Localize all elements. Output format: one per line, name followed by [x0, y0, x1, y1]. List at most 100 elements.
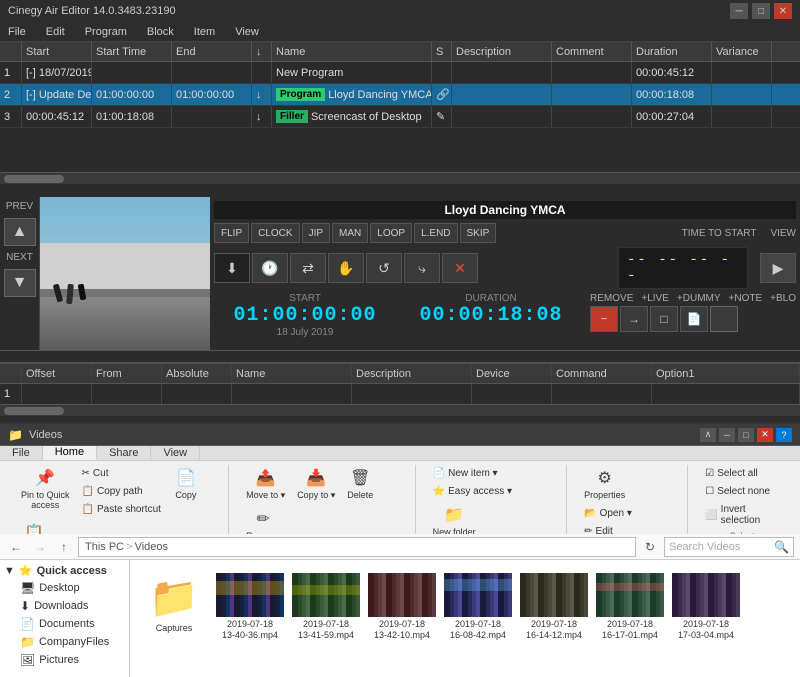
- next-button[interactable]: ▼: [4, 269, 36, 297]
- properties-btn[interactable]: ⚙ Properties: [579, 465, 630, 503]
- explorer-maximize[interactable]: □: [738, 428, 754, 442]
- search-box[interactable]: Search Videos 🔍: [664, 537, 794, 557]
- tree-indent: 🖥 Desktop ⬇ Downloads 📄 Documents 📁 Comp…: [0, 579, 129, 669]
- clock-mode[interactable]: CLOCK: [251, 223, 299, 243]
- new-item-btn[interactable]: 📄 New item ▾: [428, 465, 517, 482]
- menu-item[interactable]: Item: [190, 26, 219, 38]
- tree-item-companyfiles[interactable]: 📁 CompanyFiles: [16, 633, 129, 651]
- table-row[interactable]: 1 [-] 18/07/2019 New Program 00:00:45:12: [0, 62, 800, 84]
- pin-to-quick-access-btn[interactable]: 📌 Pin to Quick access: [16, 465, 75, 518]
- menu-edit[interactable]: Edit: [42, 26, 69, 38]
- lower-scroll-thumb[interactable]: [4, 407, 64, 415]
- open-icon: 📂: [584, 508, 596, 519]
- close-button[interactable]: ✕: [774, 3, 792, 19]
- video-thumb: [292, 573, 360, 617]
- copy-path-btn[interactable]: 📋 Copy path: [77, 483, 166, 500]
- flip-mode[interactable]: FLIP: [214, 223, 249, 243]
- table-row[interactable]: 2 [-] Update Demo 01:00:00:00 01:00:00:0…: [0, 84, 800, 106]
- menu-bar: File Edit Program Block Item View: [0, 22, 800, 42]
- transfer-icon-btn[interactable]: ⇄: [290, 253, 326, 283]
- select-none-btn[interactable]: ☐ Select none: [700, 483, 784, 500]
- refresh-icon-btn[interactable]: ↺: [366, 253, 402, 283]
- list-item[interactable]: 2019-07-18 17-03-04.mp4: [670, 568, 742, 646]
- ribbon-tab-home[interactable]: Home: [43, 446, 97, 460]
- forward-nav-btn[interactable]: →: [30, 537, 50, 557]
- open-btn[interactable]: 📂 Open ▾: [579, 505, 637, 522]
- scroll-thumb[interactable]: [4, 175, 64, 183]
- explorer-chevron[interactable]: ∧: [700, 428, 716, 442]
- col-header-start: Start: [22, 42, 92, 61]
- refresh-address-btn[interactable]: ↻: [640, 537, 660, 557]
- copy-to-btn[interactable]: 📥 Copy to ▾: [292, 465, 340, 504]
- skip-mode[interactable]: SKIP: [460, 223, 497, 243]
- row-name: Program Lloyd Dancing YMCA: [272, 84, 432, 105]
- easy-access-btn[interactable]: ⭐ Easy access ▾: [428, 483, 517, 500]
- explorer-close[interactable]: ✕: [757, 428, 773, 442]
- explorer-minimize[interactable]: ─: [719, 428, 735, 442]
- list-item[interactable]: 2019-07-18 16-14-12.mp4: [518, 568, 590, 646]
- file-label: 2019-07-18 16-17-01.mp4: [602, 619, 658, 641]
- horizontal-scrollbar[interactable]: [0, 172, 800, 184]
- video-thumb: [216, 573, 284, 617]
- page-btn[interactable]: 📄: [680, 306, 708, 332]
- prev-button[interactable]: ▲: [4, 218, 36, 246]
- cut-btn[interactable]: ✂ Cut: [77, 465, 166, 482]
- duration-value: 00:00:18:08: [400, 304, 582, 327]
- middle-scroll[interactable]: [0, 350, 800, 362]
- cancel-icon-btn[interactable]: ✕: [442, 253, 478, 283]
- menu-program[interactable]: Program: [81, 26, 131, 38]
- list-item[interactable]: 2019-07-18 16-08-42.mp4: [442, 568, 514, 646]
- menu-file[interactable]: File: [4, 26, 30, 38]
- extra-btn[interactable]: [710, 306, 738, 332]
- maximize-button[interactable]: □: [752, 3, 770, 19]
- stop-btn[interactable]: □: [650, 306, 678, 332]
- ribbon-tab-view[interactable]: View: [151, 446, 200, 460]
- tree-item-downloads[interactable]: ⬇ Downloads: [16, 597, 129, 615]
- tree-item-pictures[interactable]: 🖼 Pictures: [16, 651, 129, 669]
- quick-access-label: Quick access: [37, 565, 107, 577]
- list-item[interactable]: 2019-07-18 13-42-10.mp4: [366, 568, 438, 646]
- tree-item-documents[interactable]: 📄 Documents: [16, 615, 129, 633]
- jip-mode[interactable]: JIP: [302, 223, 330, 243]
- list-item[interactable]: 2019-07-18 16-17-01.mp4: [594, 568, 666, 646]
- loop-mode[interactable]: LOOP: [370, 223, 412, 243]
- lend-mode[interactable]: L.END: [414, 223, 457, 243]
- row-starttime: 01:00:00:00: [92, 84, 172, 105]
- table-row[interactable]: 3 00:00:45:12 01:00:18:08 ↓ Filler Scree…: [0, 106, 800, 128]
- hand-icon-btn[interactable]: ✋: [328, 253, 364, 283]
- easy-access-icon: ⭐: [433, 486, 445, 497]
- paste-shortcut-btn[interactable]: 📋 Paste shortcut: [77, 501, 166, 518]
- copy-btn[interactable]: 📄 Copy: [168, 465, 204, 518]
- view-label: VIEW: [770, 228, 796, 239]
- back-icon-btn[interactable]: ⬇: [214, 253, 250, 283]
- tree-label: Desktop: [39, 582, 79, 594]
- quick-access-header[interactable]: ▼ ⭐ Quick access: [0, 560, 129, 579]
- remove-btn[interactable]: −: [590, 306, 618, 332]
- row-end: [172, 106, 252, 127]
- clock-icon-btn[interactable]: 🕐: [252, 253, 288, 283]
- minimize-button[interactable]: ─: [730, 3, 748, 19]
- play-icon-btn[interactable]: ▶: [760, 253, 796, 283]
- lower-scrollbar[interactable]: [0, 404, 800, 416]
- tree-item-desktop[interactable]: 🖥 Desktop: [16, 579, 129, 597]
- list-item[interactable]: 2019-07-18 13-41-59.mp4: [290, 568, 362, 646]
- forward-btn[interactable]: →: [620, 306, 648, 332]
- move-to-btn[interactable]: 📤 Move to ▾: [241, 465, 290, 504]
- ribbon-tab-share[interactable]: Share: [97, 446, 151, 460]
- explorer-help[interactable]: ?: [776, 428, 792, 442]
- man-mode[interactable]: MAN: [332, 223, 368, 243]
- list-item[interactable]: 📁 Captures: [138, 568, 210, 639]
- invert-selection-btn[interactable]: ⬜ Invert selection: [700, 501, 784, 529]
- skip-icon-btn[interactable]: ⤷: [404, 253, 440, 283]
- ribbon-tab-file[interactable]: File: [0, 446, 43, 460]
- menu-view[interactable]: View: [231, 26, 263, 38]
- menu-block[interactable]: Block: [143, 26, 178, 38]
- lower-table-row[interactable]: 1: [0, 384, 800, 404]
- list-item[interactable]: 2019-07-18 13-40-36.mp4: [214, 568, 286, 646]
- select-all-btn[interactable]: ☑ Select all: [700, 465, 784, 482]
- address-path[interactable]: This PC > Videos: [78, 537, 636, 557]
- back-btn[interactable]: ←: [6, 537, 26, 557]
- prev-label: PREV: [6, 201, 33, 212]
- up-btn[interactable]: ↑: [54, 537, 74, 557]
- delete-btn[interactable]: 🗑 Delete: [342, 465, 378, 504]
